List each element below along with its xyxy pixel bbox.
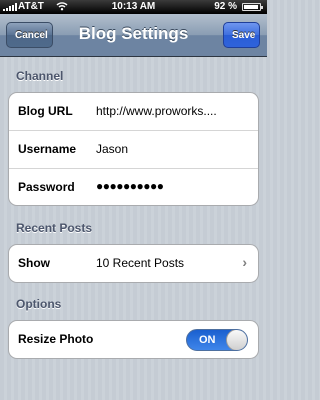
username-label: Username [18,142,77,156]
battery-percentage: 92 % [214,1,237,12]
section-header-options: Options [16,297,62,311]
channel-group: Blog URL http://www.proworks.... Usernam… [8,92,259,206]
chevron-right-icon: › [242,254,247,270]
resize-photo-toggle[interactable]: ON [186,329,248,351]
username-row[interactable]: Username Jason [9,131,258,169]
section-header-recent-posts: Recent Posts [16,221,93,235]
save-button[interactable]: Save [223,22,260,48]
options-group: Resize Photo ON [8,320,259,359]
password-field[interactable]: ●●●●●●●●●● [96,179,254,193]
status-bar: AT&T 10:13 AM 92 % [0,0,267,14]
show-value: 10 Recent Posts [96,256,185,270]
resize-photo-row: Resize Photo ON [9,321,258,358]
section-header-channel: Channel [16,69,64,83]
show-recent-posts-row[interactable]: Show 10 Recent Posts › [9,245,258,282]
blog-url-label: Blog URL [18,104,73,118]
toggle-on-text: ON [199,334,216,346]
navigation-bar: Cancel Blog Settings Save [0,14,267,57]
battery-icon [242,3,263,11]
blog-url-row[interactable]: Blog URL http://www.proworks.... [9,93,258,131]
recent-posts-group: Show 10 Recent Posts › [8,244,259,283]
toggle-knob[interactable] [226,330,247,350]
blog-url-field[interactable]: http://www.proworks.... [96,104,254,118]
password-row[interactable]: Password ●●●●●●●●●● [9,169,258,205]
username-field[interactable]: Jason [96,142,254,156]
show-label: Show [18,256,50,270]
password-label: Password [18,180,75,194]
resize-photo-label: Resize Photo [18,332,94,346]
